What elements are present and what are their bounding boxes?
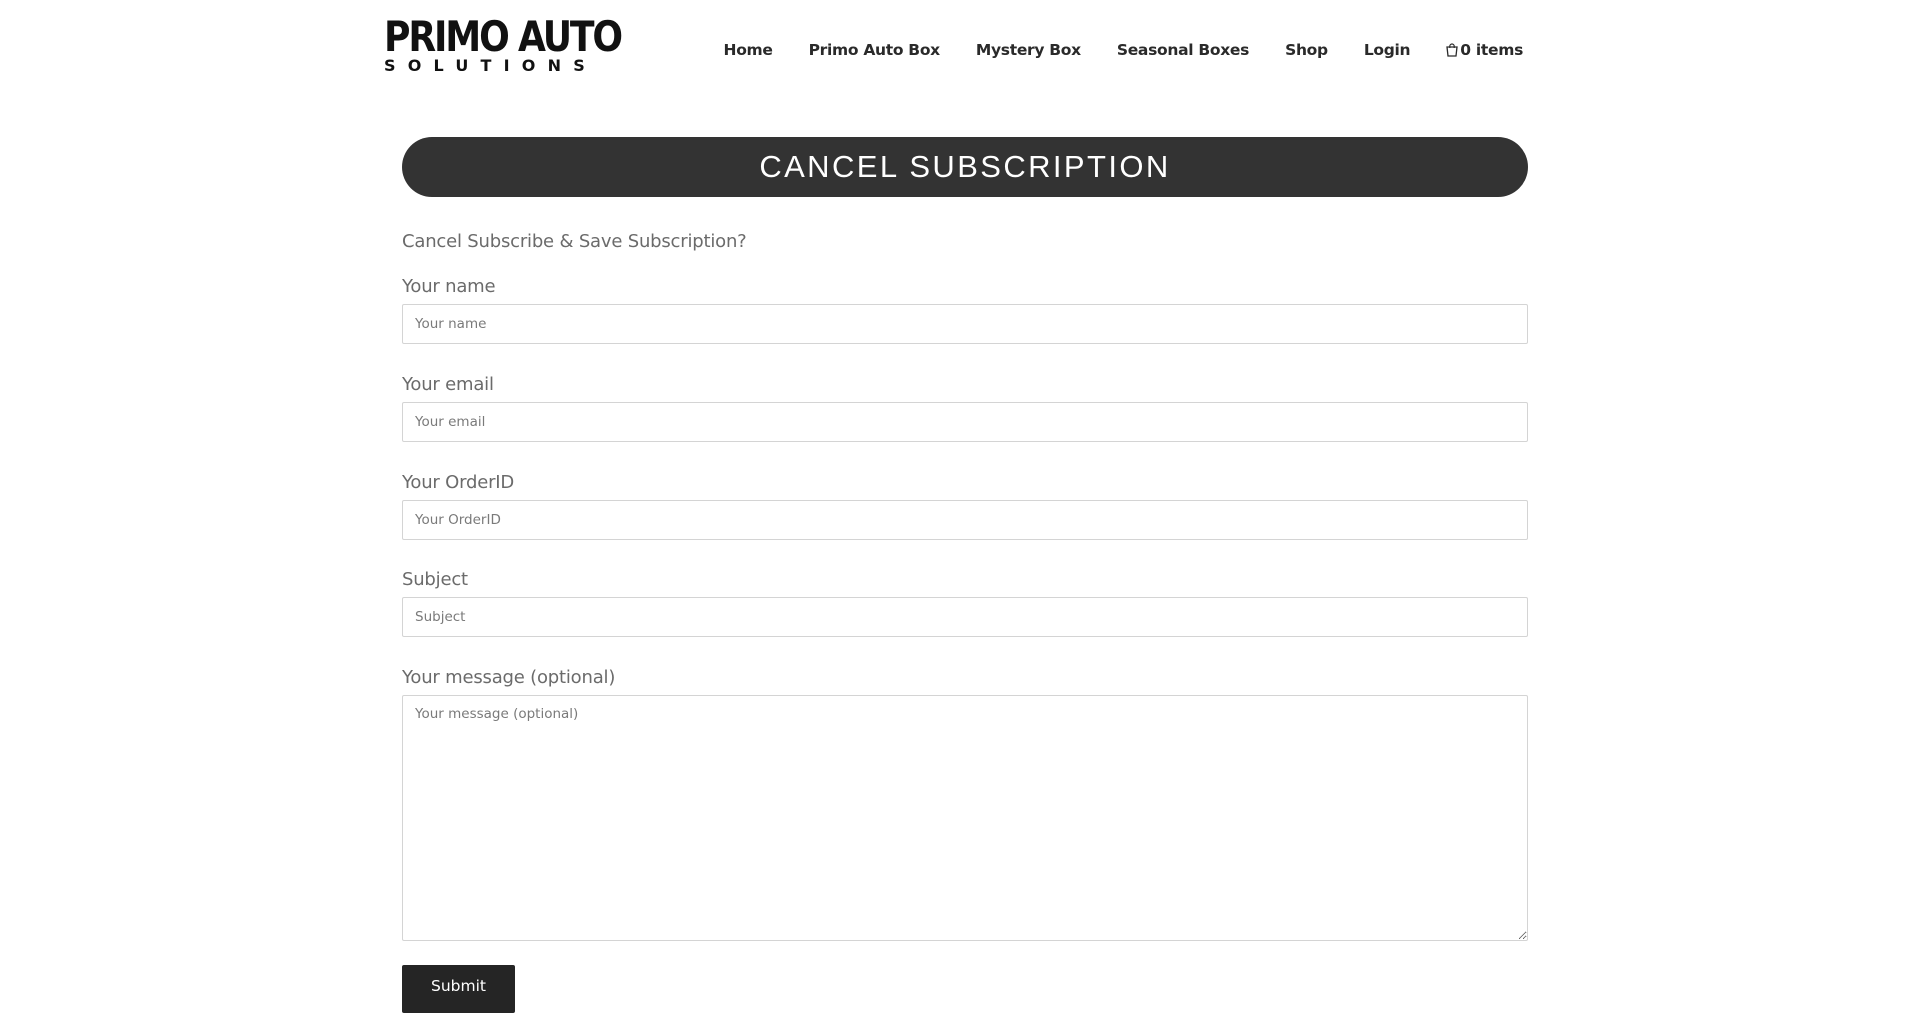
- nav-item-shop[interactable]: Shop: [1285, 41, 1328, 59]
- main-nav: Home Primo Auto Box Mystery Box Seasonal…: [724, 36, 1524, 64]
- submit-button[interactable]: Submit: [402, 965, 515, 1013]
- page-title-banner: CANCEL SUBSCRIPTION: [402, 137, 1528, 197]
- nav-item-home[interactable]: Home: [724, 41, 773, 59]
- email-field-group: Your email: [402, 373, 1528, 442]
- order-id-label: Your OrderID: [402, 472, 515, 493]
- message-field-group: Your message (optional): [402, 666, 1528, 941]
- email-input[interactable]: [402, 402, 1528, 442]
- order-id-field-group: Your OrderID: [402, 471, 1528, 540]
- cart-link[interactable]: 0 items: [1446, 41, 1523, 59]
- email-label: Your email: [402, 374, 494, 395]
- order-id-input[interactable]: [402, 500, 1528, 540]
- name-label: Your name: [402, 276, 496, 297]
- message-label: Your message (optional): [402, 667, 616, 688]
- site-logo[interactable]: PRIMO AUTO SOLUTIONS: [384, 12, 623, 78]
- cart-icon: [1446, 43, 1459, 57]
- page-title: CANCEL SUBSCRIPTION: [759, 149, 1171, 184]
- site-header: PRIMO AUTO SOLUTIONS Home Primo Auto Box…: [0, 0, 1920, 100]
- nav-item-mystery-box[interactable]: Mystery Box: [976, 41, 1081, 59]
- nav-item-seasonal-boxes[interactable]: Seasonal Boxes: [1117, 41, 1250, 59]
- message-textarea[interactable]: [402, 695, 1528, 941]
- logo-wordmark: PRIMO AUTO: [384, 12, 623, 61]
- subject-label: Subject: [402, 569, 468, 590]
- name-field-group: Your name: [402, 275, 1528, 344]
- subject-field-group: Subject: [402, 568, 1528, 637]
- subject-input[interactable]: [402, 597, 1528, 637]
- name-input[interactable]: [402, 304, 1528, 344]
- nav-item-primo-auto-box[interactable]: Primo Auto Box: [809, 41, 941, 59]
- form-intro-text: Cancel Subscribe & Save Subscription?: [402, 231, 747, 252]
- nav-item-login[interactable]: Login: [1364, 41, 1411, 59]
- cart-count: 0 items: [1460, 41, 1523, 59]
